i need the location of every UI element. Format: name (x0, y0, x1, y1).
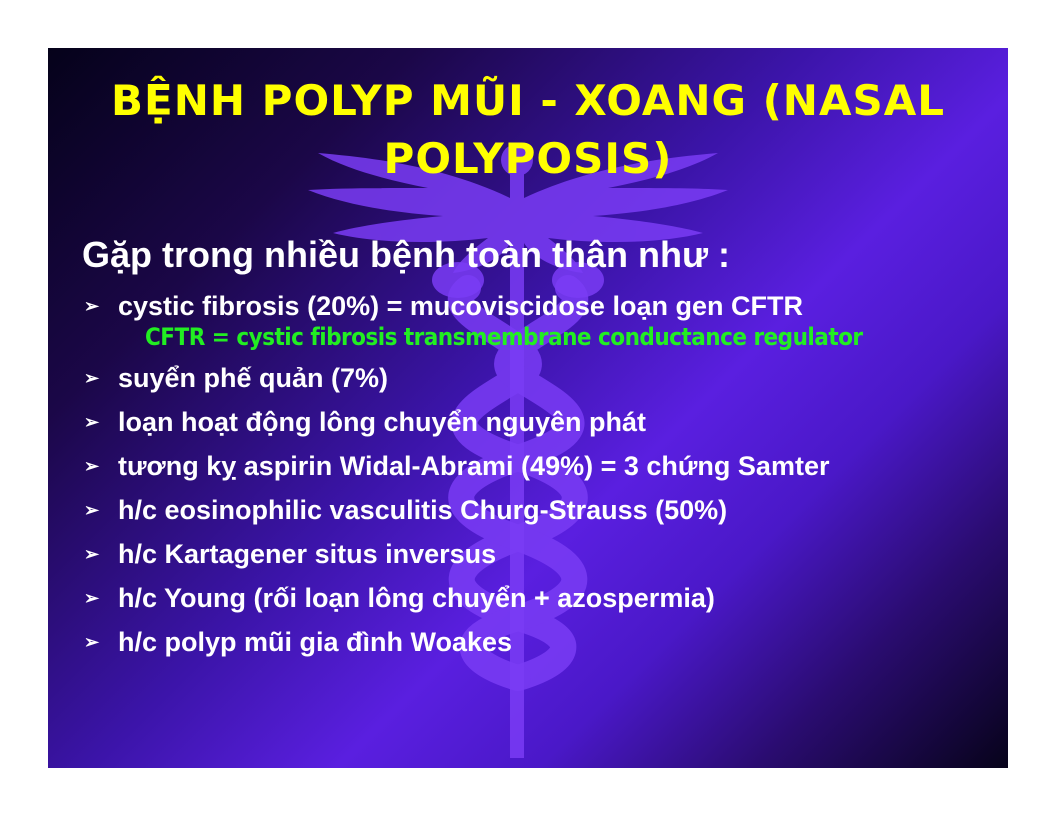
list-item-text: h/c polyp mũi gia đình Woakes (118, 627, 513, 657)
list-item: ➢ h/c Kartagener situs inversus (84, 532, 1004, 576)
list-item-text: tương kỵ aspirin Widal-Abrami (49%) = 3 … (118, 451, 830, 481)
arrow-bullet-icon: ➢ (84, 544, 100, 564)
lead-heading: Gặp trong nhiều bệnh toàn thân như : (82, 234, 730, 275)
list-item: ➢ h/c polyp mũi gia đình Woakes (84, 620, 1004, 664)
list-item-text: cystic fibrosis (20%) = mucoviscidose lo… (118, 291, 803, 321)
arrow-bullet-icon: ➢ (84, 368, 100, 388)
arrow-bullet-icon: ➢ (84, 632, 100, 652)
list-item-text: suyển phế quản (7%) (118, 363, 389, 393)
list-item: ➢ h/c Young (rối loạn lông chuyển + azos… (84, 576, 1004, 620)
slide: BỆNH POLYP MŨI - XOANG (NASAL POLYPOSIS)… (48, 48, 1008, 768)
arrow-bullet-icon: ➢ (84, 500, 100, 520)
slide-title-line-2: POLYPOSIS) (383, 134, 673, 183)
list-item-text: h/c eosinophilic vasculitis Churg-Straus… (118, 495, 728, 525)
slide-title: BỆNH POLYP MŨI - XOANG (NASAL POLYPOSIS) (88, 72, 968, 188)
list-item-subnote: CFTR = cystic fibrosis transmembrane con… (145, 323, 863, 351)
arrow-bullet-icon: ➢ (84, 296, 100, 316)
list-item-text: h/c Kartagener situs inversus (118, 539, 497, 569)
arrow-bullet-icon: ➢ (84, 412, 100, 432)
arrow-bullet-icon: ➢ (84, 588, 100, 608)
arrow-bullet-icon: ➢ (84, 456, 100, 476)
list-item: ➢ loạn hoạt động lông chuyển nguyên phát (84, 400, 1004, 444)
list-item: ➢ h/c eosinophilic vasculitis Churg-Stra… (84, 488, 1004, 532)
list-item: ➢ suyển phế quản (7%) (84, 356, 1004, 400)
list-item-text: loạn hoạt động lông chuyển nguyên phát (118, 407, 646, 437)
list-item: ➢ cystic fibrosis (20%) = mucoviscidose … (84, 284, 1004, 354)
list-item-text: h/c Young (rối loạn lông chuyển + azospe… (118, 583, 715, 613)
bullet-list: ➢ cystic fibrosis (20%) = mucoviscidose … (84, 284, 1004, 664)
slide-title-line-1: BỆNH POLYP MŨI - XOANG (NASAL (111, 76, 945, 125)
list-item: ➢ tương kỵ aspirin Widal-Abrami (49%) = … (84, 444, 1004, 488)
